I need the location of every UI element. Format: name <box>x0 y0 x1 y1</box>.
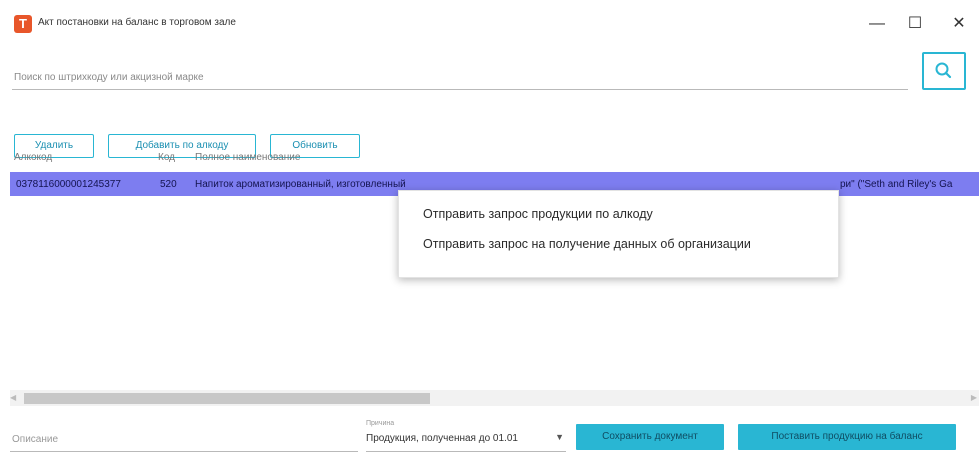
scroll-right-icon[interactable]: ▶ <box>971 393 977 402</box>
title-bar: T Акт постановки на баланс в торговом за… <box>0 0 979 48</box>
reason-dropdown[interactable]: Продукция, полученная до 01.01 ▼ <box>366 430 566 452</box>
menu-item-request-by-alcocode[interactable]: Отправить запрос продукции по алкоду <box>423 207 653 221</box>
column-header-full-name[interactable]: Полное наименование <box>195 152 300 163</box>
minimize-button[interactable]: — <box>862 12 892 36</box>
reason-value: Продукция, полученная до 01.01 <box>366 433 518 444</box>
search-icon <box>935 62 952 79</box>
menu-item-request-organization-data[interactable]: Отправить запрос на получение данных об … <box>423 237 751 251</box>
column-header-alcocode[interactable]: Алкокод <box>14 152 52 163</box>
chevron-down-icon: ▼ <box>555 432 564 442</box>
reason-label: Причина <box>366 420 395 427</box>
app-icon: T <box>14 15 32 33</box>
search-input[interactable] <box>12 66 908 90</box>
window-title: Акт постановки на баланс в торговом зале <box>38 17 236 28</box>
context-menu: Отправить запрос продукции по алкоду Отп… <box>398 190 839 278</box>
column-header-code[interactable]: Код <box>158 152 175 163</box>
cell-full-name-tail: ри" ("Seth and Riley's Ga <box>840 179 953 190</box>
maximize-button[interactable]: ☐ <box>900 12 930 36</box>
post-to-balance-button[interactable]: Поставить продукцию на баланс <box>738 424 956 450</box>
horizontal-scrollbar[interactable]: ◀ ▶ <box>10 390 979 406</box>
close-button[interactable]: ✕ <box>944 12 974 36</box>
search-button[interactable] <box>922 52 966 90</box>
cell-alcocode: 0378116000001245377 <box>16 179 121 190</box>
comment-input[interactable] <box>10 428 358 452</box>
scrollbar-thumb[interactable] <box>24 393 430 404</box>
cell-code: 520 <box>160 179 177 190</box>
save-document-button[interactable]: Сохранить документ <box>576 424 724 450</box>
scroll-left-icon[interactable]: ◀ <box>10 393 16 402</box>
cell-full-name: Напиток ароматизированный, изготовленный <box>195 179 406 190</box>
